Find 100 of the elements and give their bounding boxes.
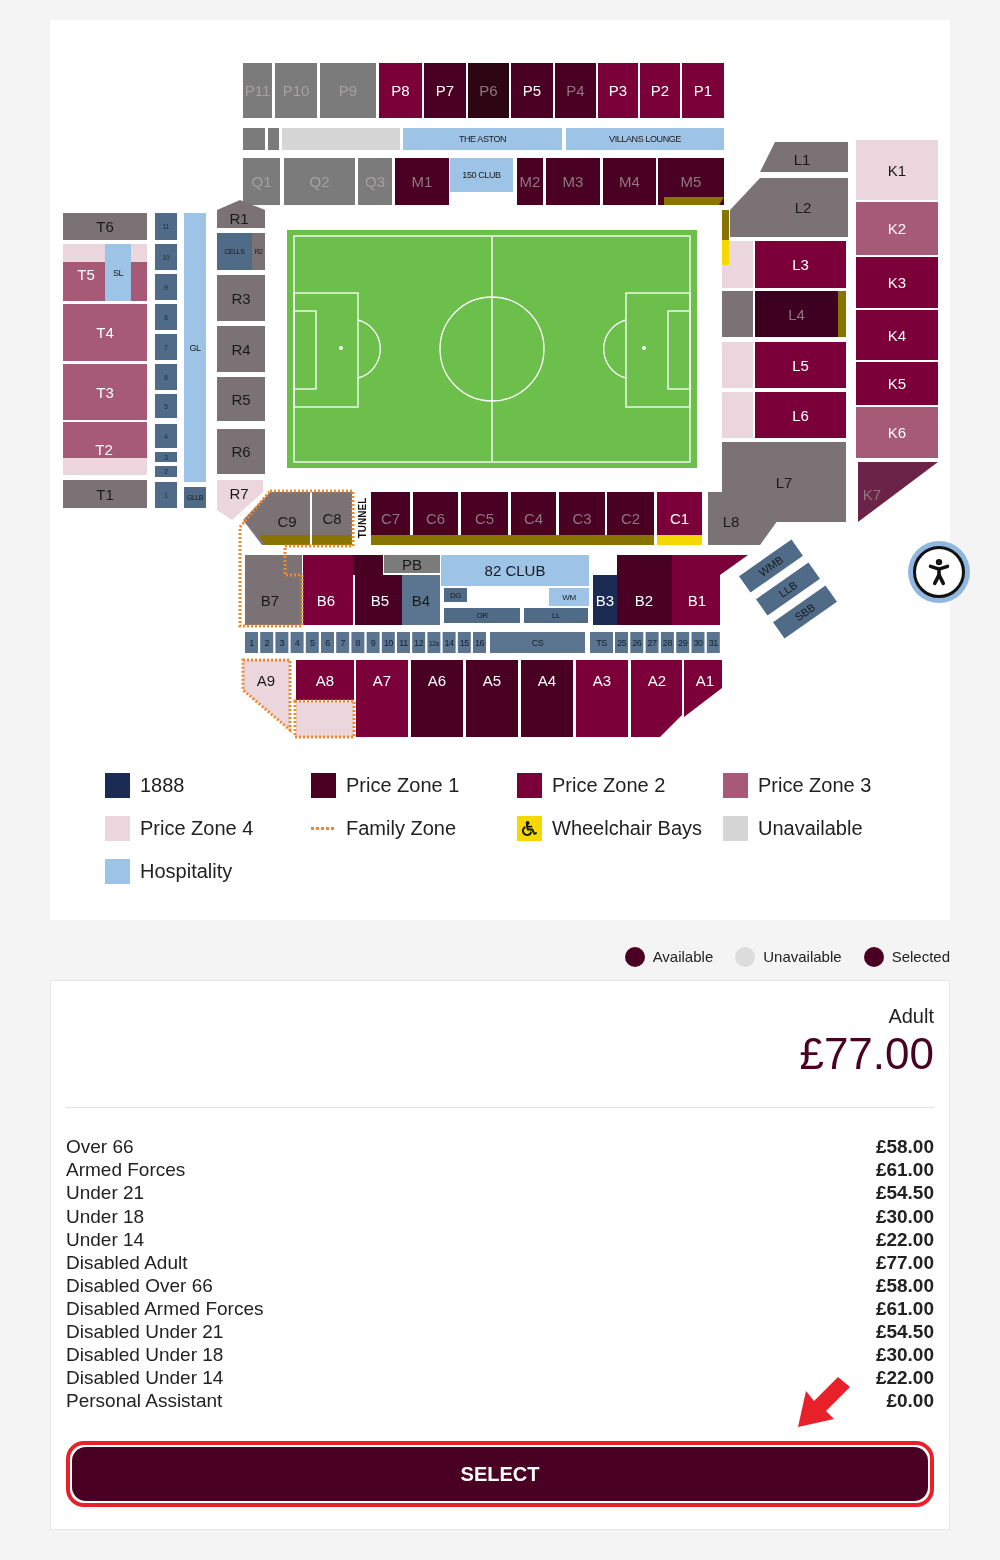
seat-block[interactable]: TS (590, 632, 613, 653)
stand-section[interactable]: P4 (555, 63, 596, 118)
stand-section[interactable]: THE ASTON (403, 128, 562, 150)
stand-section[interactable]: B6 (303, 555, 353, 625)
seat-block[interactable]: 12 (412, 632, 426, 653)
stand-section[interactable]: 82 CLUB (441, 555, 589, 586)
stand-section[interactable]: L6 (755, 392, 846, 438)
stand-section[interactable]: L1 (760, 142, 848, 172)
stand-section[interactable]: A9 (243, 660, 290, 730)
stand-section[interactable]: R7 (217, 480, 263, 520)
stand-section[interactable]: SL (105, 244, 131, 301)
seat-block[interactable]: 2 (260, 632, 274, 653)
concession-price: £22.00 (875, 1366, 934, 1391)
stand-section[interactable]: M2 (517, 158, 543, 205)
stand-section[interactable]: P8 (379, 63, 422, 118)
stand-section[interactable]: P3 (598, 63, 638, 118)
stand-section[interactable]: T4 (63, 304, 147, 361)
concession-name: Armed Forces (66, 1158, 186, 1183)
seat-block[interactable]: 6 (321, 632, 334, 653)
stand-section[interactable]: B5 (355, 575, 402, 625)
stand-section[interactable]: P1 (682, 63, 724, 118)
stand-section[interactable]: P7 (424, 63, 466, 118)
seat-block[interactable]: 27 (645, 632, 659, 653)
stand-section[interactable]: LL (524, 608, 588, 623)
select-button[interactable]: SELECT (72, 1447, 928, 1502)
seat-block[interactable]: 4 (290, 632, 304, 653)
stand-section[interactable]: L3 (755, 241, 846, 288)
stand-section[interactable]: GL (184, 213, 206, 482)
stand-section[interactable]: M1 (395, 158, 449, 205)
concession-name: Under 14 (66, 1227, 145, 1252)
stand-section[interactable]: A8 (296, 660, 354, 700)
stand-section[interactable]: K2 (856, 202, 938, 255)
stand-section[interactable]: L5 (755, 342, 846, 388)
seat-block[interactable]: 14 (442, 632, 456, 653)
stand-section[interactable]: B7 (245, 555, 302, 625)
seat-block[interactable]: 28 (660, 632, 674, 653)
stand-section[interactable]: R5 (217, 377, 265, 421)
stand-section[interactable]: P6 (468, 63, 509, 118)
stand-section[interactable]: K1 (856, 140, 938, 200)
stand-section[interactable]: L8 (708, 492, 778, 545)
seat-block[interactable]: 5 (305, 632, 319, 653)
stand-section[interactable]: A7 (356, 660, 408, 737)
stand-section[interactable]: A2 (631, 660, 682, 737)
concession-name: Under 18 (66, 1204, 145, 1229)
stand-section[interactable]: A4 (521, 660, 573, 737)
stand-section[interactable]: PB (384, 555, 440, 573)
stand-section[interactable]: M4 (603, 158, 656, 205)
stand-section[interactable]: B2 (617, 555, 672, 625)
stand-section[interactable]: R4 (217, 326, 265, 372)
stand-section[interactable]: A1 (684, 660, 722, 717)
stand-section[interactable]: P2 (640, 63, 680, 118)
seat-block[interactable]: 25 (615, 632, 628, 653)
seat-block[interactable]: 9 (366, 632, 380, 653)
stand-section[interactable]: T6 (63, 213, 147, 240)
stand-section[interactable]: A6 (411, 660, 463, 737)
seat-block[interactable]: 16 (473, 632, 486, 653)
seat-block[interactable]: 15 (457, 632, 471, 653)
stand-section[interactable]: A5 (466, 660, 518, 737)
seat-block[interactable]: 11 (397, 632, 410, 653)
stand-section[interactable]: R3 (217, 275, 265, 321)
stand-section[interactable]: B1 (672, 555, 748, 625)
stand-section[interactable]: VILLANS LOUNGE (566, 128, 724, 150)
stand-section[interactable]: R6 (217, 429, 265, 474)
stand-section[interactable]: K5 (856, 362, 938, 405)
stand-section[interactable]: P5 (511, 63, 553, 118)
stand-section[interactable]: K3 (856, 257, 938, 308)
seat-block[interactable]: 31 (706, 632, 720, 653)
concession-price: £61.00 (875, 1158, 934, 1183)
seat-block[interactable]: 10 (381, 632, 395, 653)
stand-section[interactable]: K6 (856, 407, 938, 458)
seat-block[interactable]: 3 (275, 632, 289, 653)
stand-section[interactable]: K4 (856, 310, 938, 360)
concession-name: Disabled Armed Forces (66, 1296, 264, 1321)
seat-block[interactable]: CS (490, 632, 585, 653)
stand-section[interactable]: L4 (755, 291, 838, 337)
stand-section[interactable]: 150 CLUB (450, 158, 513, 192)
stand-section[interactable]: K7 (858, 462, 938, 522)
concession-name: Disabled Under 21 (66, 1320, 224, 1345)
seat-block[interactable]: 26 (630, 632, 644, 653)
seat-block[interactable]: 8 (351, 632, 365, 653)
concession-name: Disabled Under 14 (66, 1366, 224, 1391)
stand-section[interactable]: M3 (546, 158, 600, 205)
concession-name: Personal Assistant (66, 1389, 223, 1414)
seat-block[interactable]: 1 (245, 632, 258, 653)
seat-block[interactable]: 7 (336, 632, 350, 653)
stand-section[interactable]: B4 (402, 575, 440, 625)
seat-block[interactable]: 30 (691, 632, 705, 653)
stand-section[interactable]: L2 (730, 178, 848, 237)
tunnel-label: TUNNEL (356, 497, 368, 539)
legend-label: Family Zone (346, 816, 457, 841)
seat-block[interactable]: 29 (676, 632, 690, 653)
stand-section[interactable]: A3 (576, 660, 628, 737)
stand-section[interactable]: OR (444, 608, 520, 623)
stand-section[interactable]: R1 (217, 200, 265, 228)
stand-section[interactable]: T2 (63, 422, 147, 458)
stand-section[interactable]: B3 (593, 575, 617, 625)
stand-section[interactable]: T3 (63, 364, 147, 420)
stand-section[interactable]: WM (549, 588, 589, 606)
stand-section[interactable]: T1 (63, 480, 147, 508)
stand-section[interactable]: DG (444, 588, 467, 602)
